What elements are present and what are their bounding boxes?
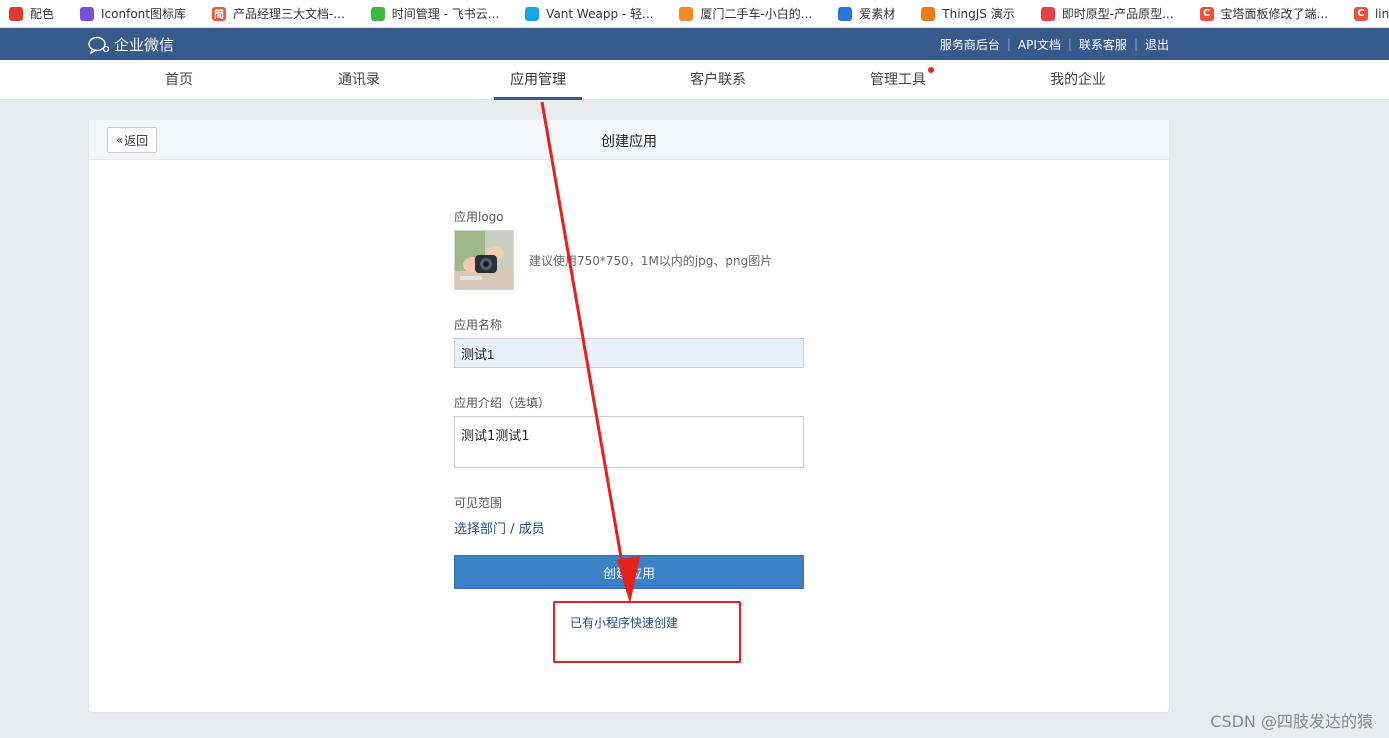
csdn-watermark: CSDN @四肢发达的猿: [1210, 712, 1373, 731]
annotation-arrow: [540, 101, 640, 604]
